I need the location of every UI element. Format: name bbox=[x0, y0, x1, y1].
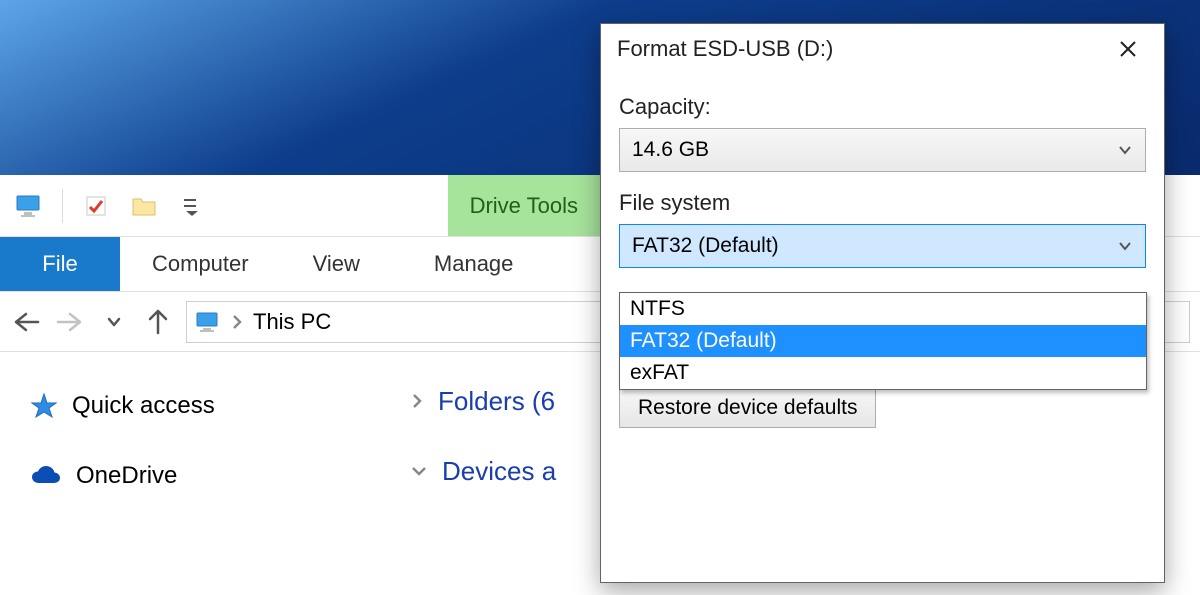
tab-view-label: View bbox=[313, 251, 360, 277]
filesystem-dropdown-list: NTFS FAT32 (Default) exFAT bbox=[619, 292, 1147, 390]
filesystem-dropdown[interactable]: FAT32 (Default) bbox=[619, 224, 1146, 268]
capacity-label: Capacity: bbox=[619, 94, 1146, 120]
sidebar-item-label: Quick access bbox=[72, 392, 215, 420]
section-folders-label: Folders (6 bbox=[438, 386, 555, 417]
breadcrumb-this-pc[interactable]: This PC bbox=[253, 309, 331, 335]
dialog-titlebar[interactable]: Format ESD-USB (D:) bbox=[601, 24, 1164, 74]
tab-computer-label: Computer bbox=[152, 251, 249, 277]
close-button[interactable] bbox=[1108, 29, 1148, 69]
qat-overflow-icon[interactable] bbox=[177, 191, 207, 221]
forward-button[interactable] bbox=[54, 306, 86, 338]
this-pc-icon bbox=[195, 311, 221, 333]
drive-tools-label: Drive Tools bbox=[470, 193, 578, 219]
tab-file-label: File bbox=[42, 251, 77, 277]
sidebar-item-onedrive[interactable]: OneDrive bbox=[30, 450, 400, 502]
back-button[interactable] bbox=[10, 306, 42, 338]
quick-access-icon bbox=[30, 392, 58, 420]
tab-manage-label: Manage bbox=[434, 251, 514, 277]
sidebar-item-label: OneDrive bbox=[76, 462, 177, 490]
capacity-dropdown[interactable]: 14.6 GB bbox=[619, 128, 1146, 172]
dialog-title: Format ESD-USB (D:) bbox=[617, 36, 833, 62]
restore-defaults-button[interactable]: Restore device defaults bbox=[619, 388, 876, 428]
drive-tools-contextual-tab[interactable]: Drive Tools bbox=[448, 175, 600, 236]
onedrive-icon bbox=[30, 465, 62, 487]
recent-locations-button[interactable] bbox=[98, 306, 130, 338]
properties-icon[interactable] bbox=[81, 191, 111, 221]
chevron-down-icon bbox=[1117, 240, 1133, 252]
navigation-pane: Quick access OneDrive bbox=[0, 352, 400, 595]
new-folder-icon[interactable] bbox=[129, 191, 159, 221]
filesystem-option-fat32[interactable]: FAT32 (Default) bbox=[620, 325, 1146, 357]
tab-view[interactable]: View bbox=[281, 237, 392, 291]
filesystem-value: FAT32 (Default) bbox=[632, 234, 779, 258]
format-dialog: Format ESD-USB (D:) Capacity: 14.6 GB Fi… bbox=[600, 23, 1165, 583]
quick-access-toolbar bbox=[0, 175, 221, 236]
filesystem-option-ntfs[interactable]: NTFS bbox=[620, 293, 1146, 325]
restore-defaults-label: Restore device defaults bbox=[638, 396, 857, 419]
tab-manage[interactable]: Manage bbox=[402, 237, 546, 291]
sidebar-item-quick-access[interactable]: Quick access bbox=[30, 380, 400, 432]
filesystem-label: File system bbox=[619, 190, 1146, 216]
tab-computer[interactable]: Computer bbox=[120, 237, 281, 291]
chevron-down-icon bbox=[1117, 144, 1133, 156]
filesystem-option-exfat[interactable]: exFAT bbox=[620, 357, 1146, 389]
chevron-down-icon bbox=[410, 464, 428, 478]
chevron-right-icon[interactable] bbox=[231, 313, 243, 331]
capacity-value: 14.6 GB bbox=[632, 138, 709, 162]
separator bbox=[62, 189, 63, 223]
this-pc-icon[interactable] bbox=[14, 191, 44, 221]
tab-file[interactable]: File bbox=[0, 237, 120, 291]
up-button[interactable] bbox=[142, 306, 174, 338]
chevron-right-icon bbox=[410, 391, 424, 411]
section-devices-label: Devices a bbox=[442, 456, 556, 487]
close-icon bbox=[1118, 39, 1138, 59]
